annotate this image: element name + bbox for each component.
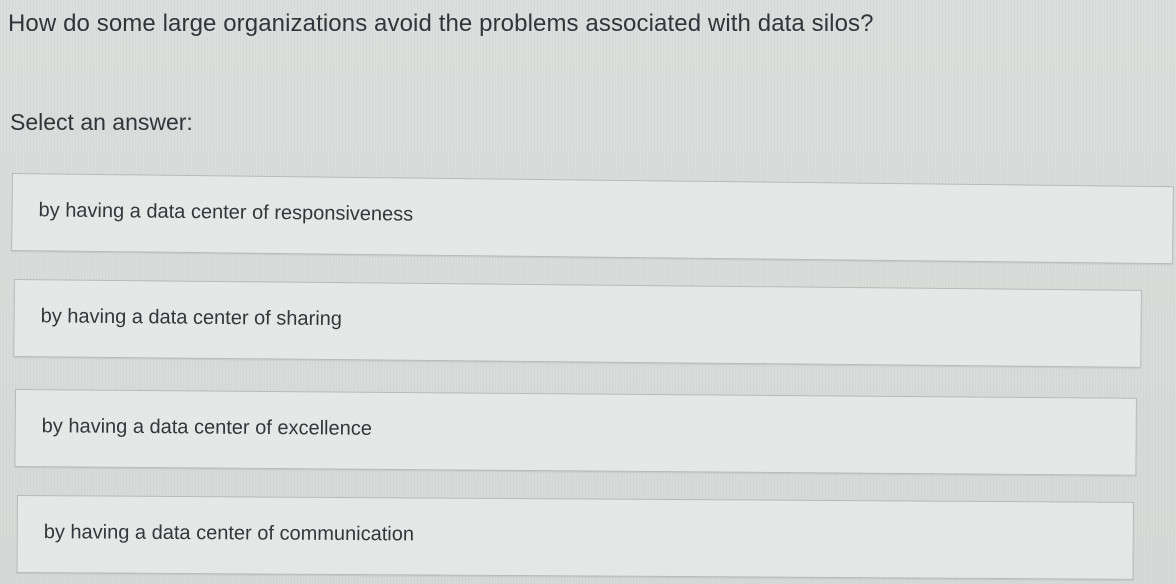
answer-option-label: by having a data center of responsivenes… [38,199,414,226]
answer-option-communication[interactable]: by having a data center of communication [16,495,1134,580]
answer-option-sharing[interactable]: by having a data center of sharing [13,279,1142,368]
answer-option-label: by having a data center of excellence [41,415,373,440]
answer-option-label: by having a data center of sharing [40,305,343,331]
answer-options: by having a data center of responsivenes… [0,0,1176,584]
answer-option-label: by having a data center of communication [43,521,415,546]
quiz-page: How do some large organizations avoid th… [0,0,1176,584]
answer-option-excellence[interactable]: by having a data center of excellence [14,389,1137,476]
answer-option-responsiveness[interactable]: by having a data center of responsivenes… [11,173,1174,265]
